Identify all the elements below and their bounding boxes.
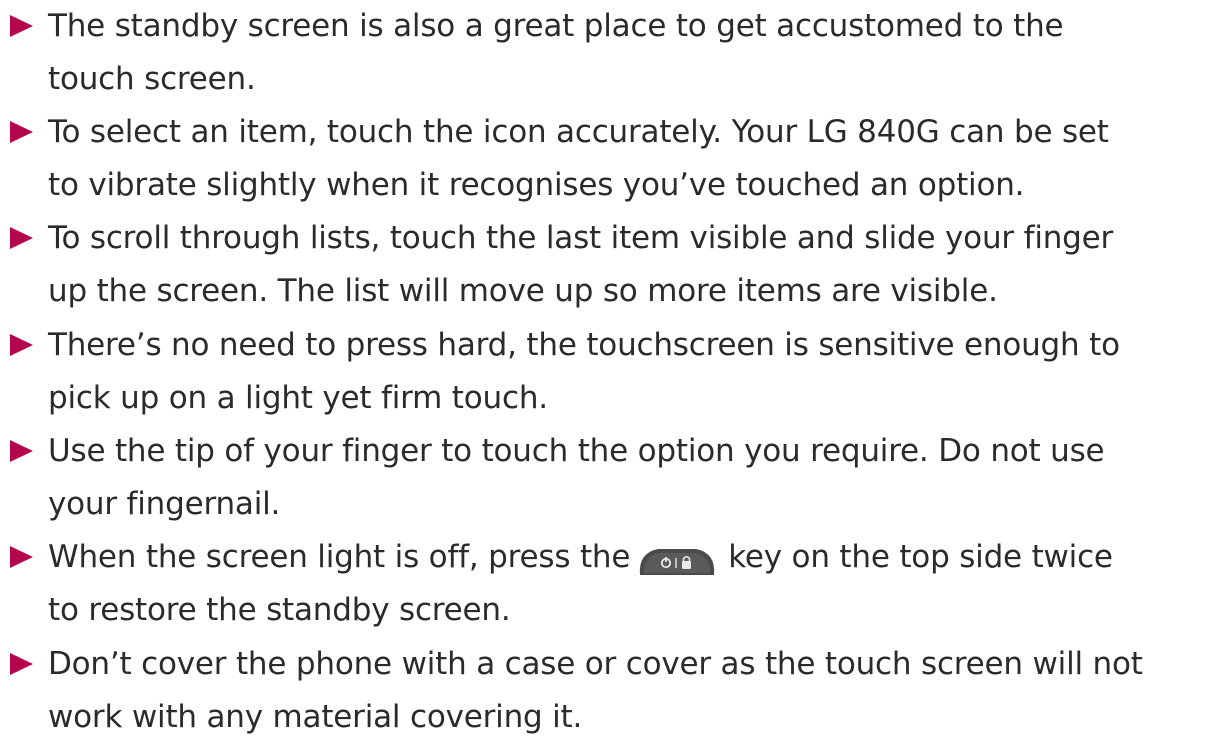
text-line: your fingernail. [48,486,281,522]
text-line: Use the tip of your finger to touch the … [48,433,1105,469]
power-lock-key-icon [634,541,720,575]
bullet-text: Don’t cover the phone with a case or cov… [48,638,1198,744]
bullet-text: Use the tip of your finger to touch the … [48,425,1198,531]
text-line: When the screen light is off, press the … [48,531,1198,584]
bullet-text: To scroll through lists, touch the last … [48,212,1198,318]
text-line: to vibrate slightly when it recognises y… [48,167,1025,203]
bullet-arrow-icon [10,653,33,675]
bullet-text: There’s no need to press hard, the touch… [48,319,1198,425]
bullet-arrow-icon [10,227,33,249]
text-line: There’s no need to press hard, the touch… [48,327,1120,363]
text-line: up the screen. The list will move up so … [48,273,998,309]
bullet-arrow-icon [10,546,33,568]
text-segment: When the screen light is off, press the [48,539,631,575]
bullet-text: The standby screen is also a great place… [48,0,1198,106]
bullet-arrow-icon [10,15,33,37]
bullet-arrow-icon [10,334,33,356]
bullet-text: To select an item, touch the icon accura… [48,106,1198,212]
text-line: pick up on a light yet firm touch. [48,380,548,416]
bullet-text: When the screen light is off, press the … [48,531,1198,637]
text-line: work with any material covering it. [48,699,583,735]
bullet-arrow-icon [10,121,33,143]
text-line: to restore the standby screen. [48,592,511,628]
text-line: Don’t cover the phone with a case or cov… [48,646,1143,682]
manual-page: The standby screen is also a great place… [0,0,1206,735]
text-segment: key on the top side twice [728,539,1113,575]
text-line: touch screen. [48,61,256,97]
text-line: The standby screen is also a great place… [48,8,1064,44]
text-line: To select an item, touch the icon accura… [48,114,1109,150]
bullet-arrow-icon [10,440,33,462]
text-line: To scroll through lists, touch the last … [48,220,1114,256]
